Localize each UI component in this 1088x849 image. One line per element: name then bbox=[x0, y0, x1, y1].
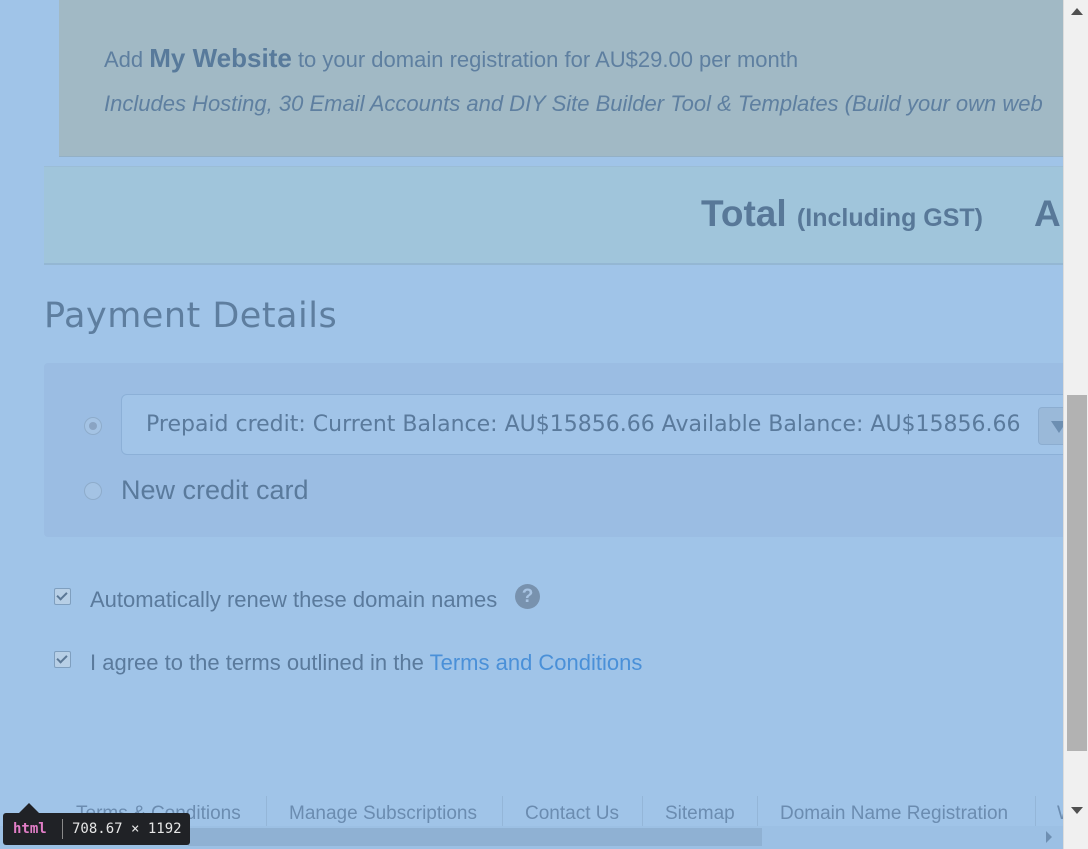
help-icon[interactable]: ? bbox=[515, 584, 540, 609]
vertical-scroll-thumb[interactable] bbox=[1067, 395, 1087, 751]
tooltip-tag: html bbox=[13, 821, 47, 837]
terms-agree-label: I agree to the terms outlined in the Ter… bbox=[90, 650, 643, 675]
auto-renew-label[interactable]: Automatically renew these domain names bbox=[90, 587, 497, 613]
prepaid-credit-value: Prepaid credit: Current Balance: AU$1585… bbox=[146, 412, 1021, 437]
chevron-down-icon[interactable] bbox=[1038, 407, 1063, 445]
prepaid-credit-radio[interactable] bbox=[84, 417, 102, 435]
gst-note: (Including GST) bbox=[796, 204, 984, 232]
footer-link-subscriptions[interactable]: Manage Subscriptions bbox=[289, 803, 477, 825]
new-credit-card-radio[interactable] bbox=[84, 482, 102, 500]
upsell-product-name: My Website bbox=[149, 43, 292, 73]
upsell-description: Includes Hosting, 30 Email Accounts and … bbox=[104, 91, 1043, 116]
terms-agree-checkbox[interactable] bbox=[54, 651, 71, 668]
page-viewport: Add My Website to your domain registrati… bbox=[0, 0, 1063, 849]
scroll-up-icon[interactable] bbox=[1071, 8, 1083, 15]
total-label: Total (Including GST) bbox=[701, 193, 984, 234]
vertical-scrollbar[interactable] bbox=[1063, 0, 1088, 849]
footer-link-contact[interactable]: Contact Us bbox=[525, 803, 619, 825]
scroll-right-icon[interactable] bbox=[1046, 831, 1052, 843]
auto-renew-checkbox[interactable] bbox=[54, 588, 71, 605]
footer-link-sitemap[interactable]: Sitemap bbox=[665, 803, 735, 825]
upsell-offer: Add My Website to your domain registrati… bbox=[104, 43, 799, 73]
devtools-element-tooltip: html 708.67 × 1192 bbox=[3, 803, 190, 845]
horizontal-scroll-thumb[interactable] bbox=[188, 828, 762, 846]
my-website-upsell: Add My Website to your domain registrati… bbox=[59, 0, 1063, 157]
terms-and-conditions-link[interactable]: Terms and Conditions bbox=[430, 650, 643, 675]
new-credit-card-label[interactable]: New credit card bbox=[121, 475, 309, 506]
footer-divider bbox=[266, 796, 267, 826]
footer-divider bbox=[642, 796, 643, 826]
footer-divider bbox=[502, 796, 503, 826]
tooltip-dimensions: 708.67 × 1192 bbox=[72, 821, 182, 837]
total-amount: A bbox=[1034, 193, 1061, 234]
prepaid-credit-select[interactable]: Prepaid credit: Current Balance: AU$1585… bbox=[121, 394, 1063, 455]
scroll-down-icon[interactable] bbox=[1071, 807, 1083, 814]
footer-divider bbox=[757, 796, 758, 826]
payment-details-heading: Payment Details bbox=[44, 296, 338, 336]
footer-divider bbox=[1035, 796, 1036, 826]
order-total-bar: Total (Including GST) A bbox=[44, 166, 1063, 265]
tooltip-divider bbox=[62, 819, 63, 839]
footer-link-domain-registration[interactable]: Domain Name Registration bbox=[780, 803, 1008, 825]
